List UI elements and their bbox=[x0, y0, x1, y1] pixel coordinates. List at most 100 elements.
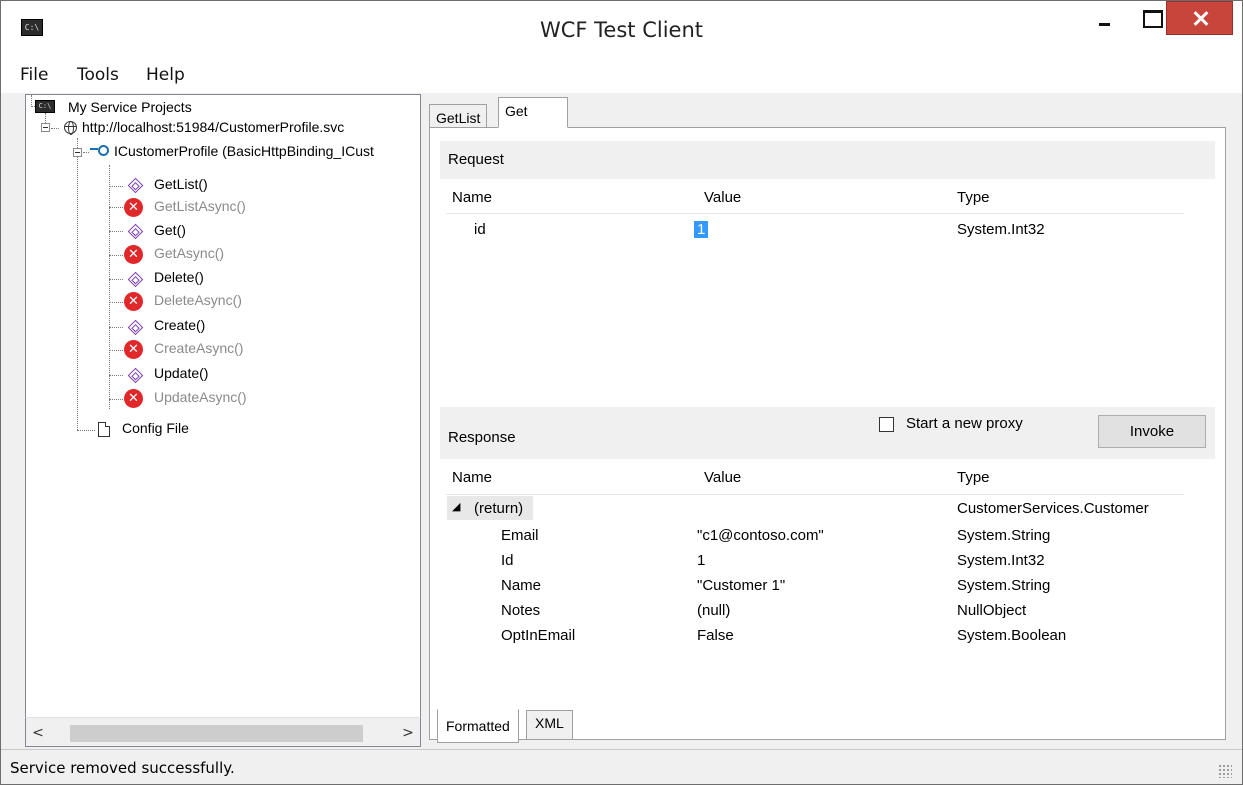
tree-service-label[interactable]: http://localhost:51984/CustomerProfile.s… bbox=[82, 119, 344, 135]
operation-icon bbox=[127, 319, 144, 336]
tree-connector bbox=[51, 128, 59, 129]
response-row-type: System.Int32 bbox=[957, 552, 1045, 569]
response-col-name: Name bbox=[452, 469, 493, 486]
globe-icon bbox=[64, 121, 77, 135]
tree-config-file[interactable]: Config File bbox=[122, 420, 189, 436]
request-row-name: id bbox=[474, 221, 486, 238]
menu-help[interactable]: Help bbox=[146, 65, 185, 85]
tree-operation-createasync[interactable]: CreateAsync() bbox=[154, 340, 243, 356]
tree-connector bbox=[109, 186, 123, 187]
error-icon: ✕ bbox=[124, 340, 143, 359]
tab-get[interactable]: Get bbox=[498, 97, 568, 128]
tab-formatted[interactable]: Formatted bbox=[437, 709, 519, 743]
tree-connector bbox=[109, 302, 123, 303]
tree-operation-create[interactable]: Create() bbox=[154, 317, 205, 333]
tree-operation-delete[interactable]: Delete() bbox=[154, 269, 204, 285]
request-value-input[interactable]: 1 bbox=[694, 221, 709, 238]
response-row-type: System.String bbox=[957, 577, 1051, 594]
scroll-right-button[interactable]: > bbox=[398, 723, 418, 743]
tree-connector bbox=[109, 165, 110, 409]
request-col-name: Name bbox=[452, 189, 493, 206]
response-return-name[interactable]: (return) bbox=[474, 500, 523, 517]
status-text: Service removed successfully. bbox=[10, 759, 235, 777]
invoke-button[interactable]: Invoke bbox=[1098, 415, 1206, 448]
menu-file[interactable]: File bbox=[20, 65, 48, 85]
minimize-button[interactable] bbox=[1081, 1, 1131, 34]
menu-tools[interactable]: Tools bbox=[77, 65, 119, 85]
tree-connector bbox=[109, 279, 123, 280]
collapse-toggle[interactable] bbox=[73, 148, 82, 157]
scroll-left-button[interactable]: < bbox=[28, 723, 48, 743]
window-title: WCF Test Client bbox=[539, 18, 703, 42]
tree-operation-updateasync[interactable]: UpdateAsync() bbox=[154, 389, 247, 405]
console-icon: C:\ bbox=[35, 100, 55, 113]
operation-icon bbox=[127, 367, 144, 384]
response-row-name: Name bbox=[501, 577, 542, 594]
request-row-type: System.Int32 bbox=[957, 221, 1045, 238]
response-row-value: (null) bbox=[697, 602, 731, 619]
tree-connector bbox=[109, 327, 123, 328]
response-row-name: Email bbox=[501, 527, 539, 544]
request-header-divider bbox=[446, 213, 1184, 214]
request-row-value[interactable]: 1 bbox=[694, 221, 709, 238]
tree-operation-getasync[interactable]: GetAsync() bbox=[154, 245, 224, 261]
response-row-value: 1 bbox=[697, 552, 706, 569]
tab-xml[interactable]: XML bbox=[526, 710, 573, 740]
request-header: Request bbox=[440, 141, 1215, 179]
tree-operation-update[interactable]: Update() bbox=[154, 365, 208, 381]
tree-operation-deleteasync[interactable]: DeleteAsync() bbox=[154, 292, 242, 308]
response-return-type: CustomerServices.Customer bbox=[957, 500, 1149, 517]
tree-operation-getlistasync[interactable]: GetListAsync() bbox=[154, 198, 246, 214]
file-icon bbox=[98, 422, 110, 437]
menu-bar: File Tools Help bbox=[1, 57, 1242, 93]
error-icon: ✕ bbox=[124, 389, 143, 408]
response-row-name: Id bbox=[501, 552, 514, 569]
collapse-toggle[interactable] bbox=[41, 123, 50, 132]
operation-icon bbox=[127, 223, 144, 240]
start-new-proxy-label[interactable]: Start a new proxy bbox=[906, 415, 1023, 432]
status-bar: Service removed successfully. bbox=[1, 749, 1242, 784]
tree-connector bbox=[109, 207, 123, 208]
tab-getlist[interactable]: GetList bbox=[429, 104, 488, 128]
response-row-value: "Customer 1" bbox=[697, 577, 786, 594]
tree-interface-label[interactable]: ICustomerProfile (BasicHttpBinding_ICust bbox=[114, 143, 374, 159]
response-row-type: System.String bbox=[957, 527, 1051, 544]
app-window: C:\ WCF Test Client File Tools Help C:\ … bbox=[0, 0, 1243, 785]
response-header-divider bbox=[446, 494, 1184, 495]
error-icon: ✕ bbox=[124, 245, 143, 264]
resize-grip-icon[interactable] bbox=[1218, 764, 1232, 778]
tree-root-label[interactable]: My Service Projects bbox=[68, 99, 192, 115]
tree-operation-getlist[interactable]: GetList() bbox=[154, 176, 208, 192]
response-row-type: NullObject bbox=[957, 602, 1027, 619]
request-col-type: Type bbox=[957, 189, 990, 206]
response-row-name: Notes bbox=[501, 602, 541, 619]
tree-operation-get[interactable]: Get() bbox=[154, 222, 186, 238]
tree-connector bbox=[109, 255, 123, 256]
start-new-proxy-checkbox[interactable] bbox=[879, 417, 894, 432]
response-col-value: Value bbox=[704, 469, 742, 486]
tree-horizontal-scrollbar[interactable]: < > bbox=[25, 717, 421, 747]
tree-connector bbox=[109, 375, 123, 376]
operation-icon bbox=[127, 271, 144, 288]
title-bar[interactable]: C:\ WCF Test Client bbox=[1, 1, 1242, 57]
collapse-arrow-icon[interactable]: ◢ bbox=[452, 500, 460, 513]
error-icon: ✕ bbox=[124, 292, 143, 311]
error-icon: ✕ bbox=[124, 198, 143, 217]
tree-connector bbox=[109, 231, 123, 232]
response-row-value: False bbox=[697, 627, 734, 644]
tree-connector bbox=[83, 152, 89, 153]
tree-connector bbox=[77, 430, 95, 431]
tree-connector bbox=[109, 350, 123, 351]
response-row-type: System.Boolean bbox=[957, 627, 1067, 644]
interface-icon bbox=[90, 143, 109, 159]
response-row-value: "c1@contoso.com" bbox=[697, 527, 824, 544]
request-col-value: Value bbox=[704, 189, 742, 206]
response-col-type: Type bbox=[957, 469, 990, 486]
tree-connector bbox=[77, 152, 78, 430]
tree-connector bbox=[109, 399, 123, 400]
response-row-name: OptInEmail bbox=[501, 627, 576, 644]
scroll-thumb[interactable] bbox=[70, 725, 363, 742]
operation-icon bbox=[127, 177, 144, 194]
close-button[interactable] bbox=[1166, 1, 1233, 35]
service-tree[interactable]: C:\ My Service Projects http://localhost… bbox=[25, 94, 421, 747]
